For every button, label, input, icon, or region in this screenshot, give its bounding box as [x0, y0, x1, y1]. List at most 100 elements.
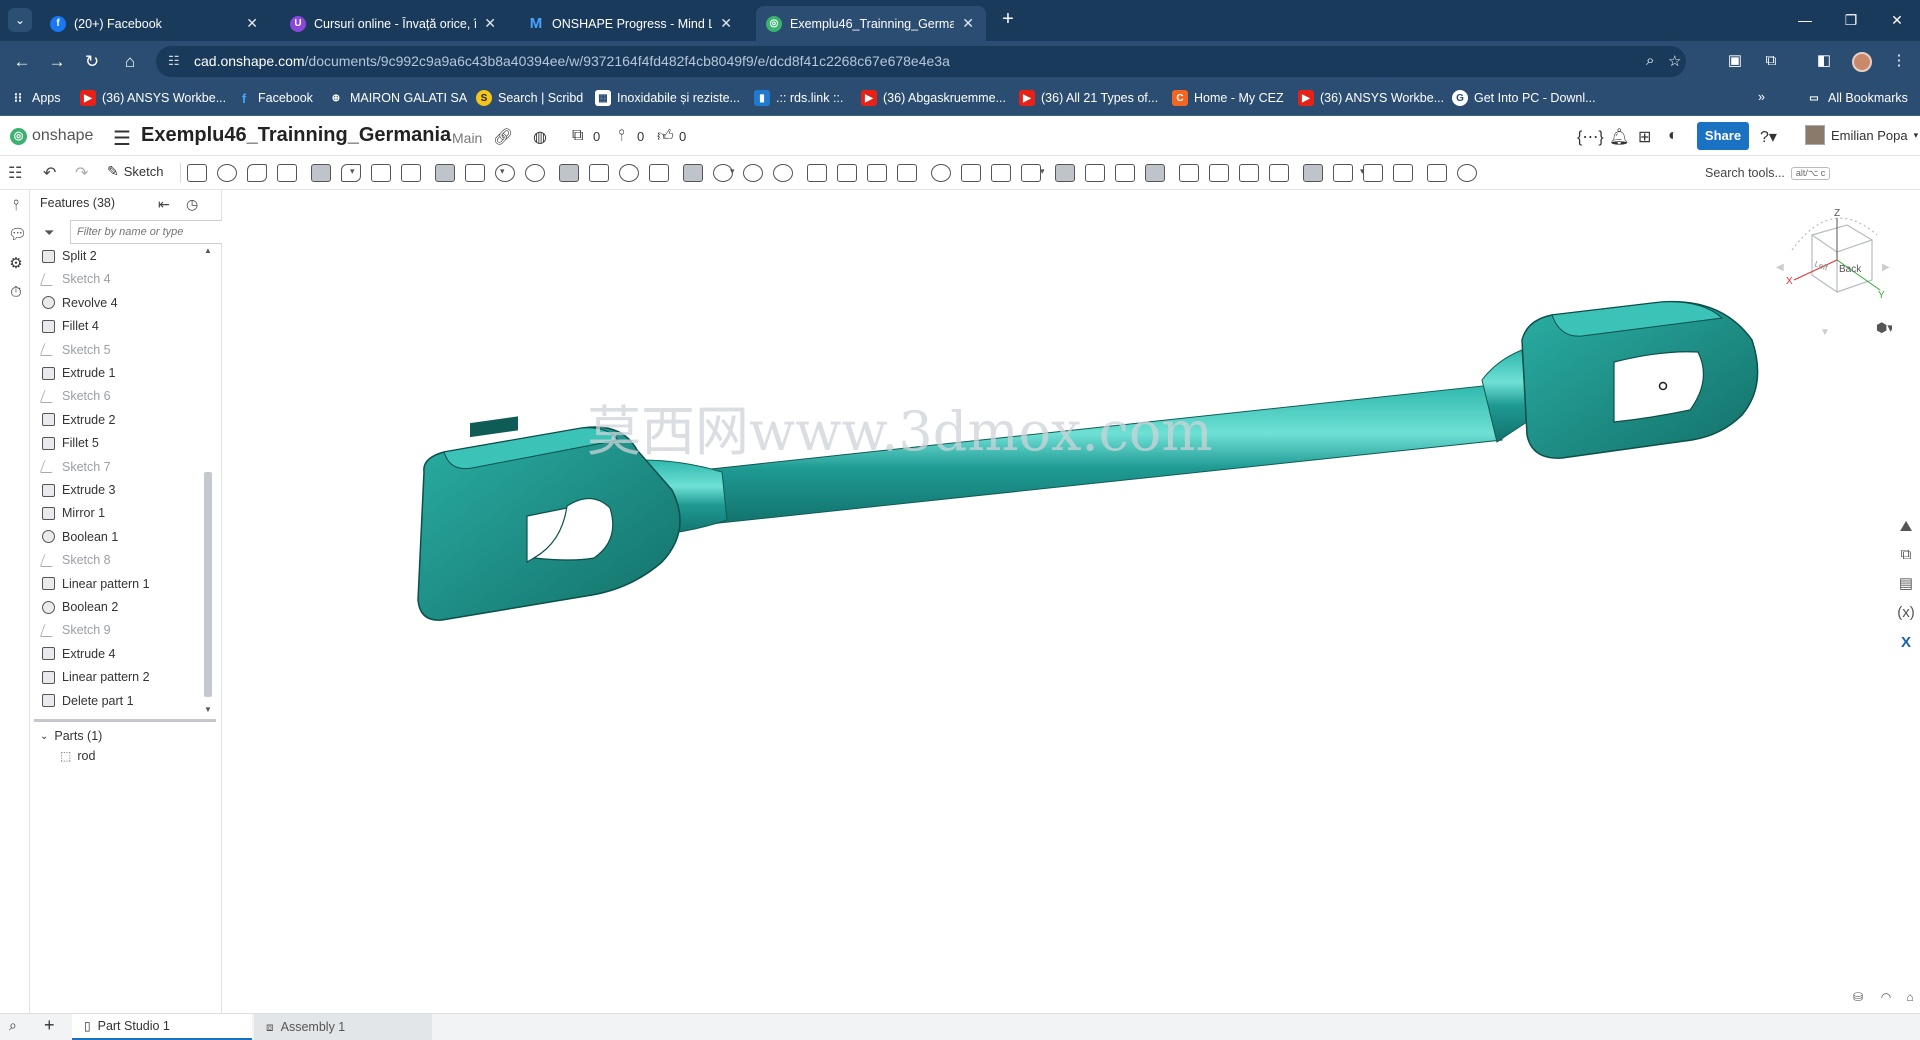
bookmark-item[interactable]: ▶ (36) All 21 Types of... [1019, 90, 1158, 106]
versions-icon[interactable]: ⧉ [572, 127, 583, 145]
fit-spline-icon[interactable] [1021, 164, 1041, 182]
feature-icon[interactable]: ⌂ [1900, 987, 1920, 1007]
pattern-icon[interactable] [559, 164, 579, 182]
browser-tab-mindlust[interactable]: M ONSHAPE Progress - Mind Lust ✕ [518, 6, 744, 41]
cube-rotate-right-icon[interactable]: ▶ [1882, 262, 1890, 273]
extension-icon[interactable]: ▣ [1724, 50, 1746, 72]
close-window-button[interactable]: ✕ [1882, 8, 1912, 32]
extensions-puzzle-icon[interactable]: ⧉ [1760, 50, 1782, 72]
thicken-icon[interactable] [311, 164, 331, 182]
dropdown-caret-icon[interactable]: ▾ [1360, 166, 1365, 177]
cut-list-icon[interactable] [1427, 164, 1447, 182]
finish-icon[interactable] [1269, 164, 1289, 182]
feature-item-pattern[interactable]: Linear pattern 2 [42, 667, 150, 687]
configuration-icon[interactable] [991, 164, 1011, 182]
comments-icon[interactable]: 💬︎ [8, 227, 27, 243]
hole-cylinder-icon[interactable] [525, 164, 545, 182]
sheet-metal-icon[interactable] [1055, 164, 1075, 182]
bookmark-item[interactable]: C Home - My CEZ [1172, 90, 1284, 106]
shell-icon[interactable] [465, 164, 485, 182]
view-cube[interactable]: Z X Y Back Left ▼ ◀ ▶ ⬢▾ [1772, 200, 1894, 340]
revolve-icon[interactable] [217, 164, 237, 182]
branch-icon[interactable]: ⫯ [618, 127, 625, 145]
back-button[interactable]: ← [10, 50, 34, 74]
scroll-down-arrow-icon[interactable]: ▼ [204, 705, 212, 714]
close-icon[interactable]: ✕ [962, 15, 974, 32]
boolean-icon[interactable] [619, 164, 639, 182]
unfold-icon[interactable] [1239, 164, 1259, 182]
branch-label[interactable]: Main [452, 130, 482, 146]
move-face-icon[interactable] [773, 164, 793, 182]
tab-search-icon[interactable]: ⌕ [9, 1017, 17, 1034]
graphics-viewport[interactable]: 莫西网www.3dmox.com [222, 152, 1892, 1013]
browser-tab-udemy[interactable]: U Cursuri online - Învață orice, în ✕ [280, 6, 508, 41]
scroll-up-arrow-icon[interactable]: ▲ [204, 246, 212, 255]
filter-icon[interactable]: ⏷ [44, 225, 54, 241]
bookmark-item[interactable]: ▶ (36) ANSYS Workbe... [80, 90, 226, 106]
transform-icon[interactable] [683, 164, 703, 182]
draft-icon[interactable] [401, 164, 421, 182]
learning-icon[interactable]: ◐ [1668, 127, 1678, 145]
feature-item-sketch[interactable]: Sketch 8 [39, 550, 111, 570]
feature-item-delete[interactable]: Delete part 1 [42, 691, 134, 711]
feature-item-fillet[interactable]: Fillet 5 [42, 433, 99, 453]
feature-item-extrude[interactable]: Extrude 4 [42, 644, 116, 664]
dropdown-caret-icon[interactable]: ▾ [350, 166, 355, 177]
chamfer-icon[interactable] [371, 164, 391, 182]
feature-item-sketch[interactable]: Sketch 6 [39, 386, 111, 406]
sweep-icon[interactable] [247, 164, 267, 182]
link-icon[interactable]: 🔗︎ [493, 127, 513, 147]
parts-icon[interactable]: ⚙︎ [8, 256, 24, 272]
feature-item-sketch[interactable]: Sketch 9 [39, 620, 111, 640]
bookmark-item[interactable]: ▮ .:: rds.link ::. [754, 90, 843, 106]
code-braces-icon[interactable]: {⋯} [1577, 127, 1604, 147]
history-icon[interactable]: ⏱︎ [8, 285, 24, 301]
user-menu[interactable]: Emilian Popa ▾ [1805, 125, 1918, 145]
trim-icon[interactable] [1363, 164, 1383, 182]
close-icon[interactable]: ✕ [484, 15, 496, 32]
all-bookmarks-button[interactable]: ▭ All Bookmarks [1806, 90, 1908, 106]
sketch-button[interactable]: ✎ Sketch [107, 163, 163, 180]
document-title[interactable]: Exemplu46_Trainning_Germania [141, 124, 451, 147]
measure-icon[interactable]: ◠ [1876, 987, 1896, 1007]
tab-part-studio-1[interactable]: ▯ Part Studio 1 [72, 1014, 252, 1040]
dropdown-caret-icon[interactable]: ▾ [1040, 166, 1045, 177]
feature-item-extrude[interactable]: Extrude 1 [42, 363, 116, 383]
gusset-icon[interactable] [1393, 164, 1413, 182]
hole-icon[interactable] [495, 164, 515, 182]
dropdown-caret-icon[interactable]: ▾ [500, 166, 505, 177]
like-icon[interactable]: 👍︎ [657, 127, 674, 146]
rod-model[interactable]: 莫西网www.3dmox.com [222, 152, 1892, 1013]
feature-item-boolean[interactable]: Boolean 1 [42, 527, 118, 547]
bookmark-apps[interactable]: ⁝⁝ Apps [10, 90, 61, 106]
onshape-logo[interactable]: ◎ onshape [10, 127, 93, 145]
parts-section-toggle[interactable]: ⌄ Parts (1) [40, 729, 102, 743]
feature-item-extrude[interactable]: Extrude 3 [42, 480, 116, 500]
feature-item-sketch[interactable]: Sketch 7 [39, 457, 111, 477]
bookmark-item[interactable]: ⊕ MAIRON GALATI SA [328, 90, 467, 106]
globe-icon[interactable]: ◍ [533, 127, 547, 147]
help-icon[interactable]: ?▾ [1760, 127, 1777, 147]
more-bookmarks-button[interactable]: » [1758, 90, 1765, 104]
loft-icon[interactable] [277, 164, 297, 182]
feature-item-sketch[interactable]: Sketch 5 [39, 340, 111, 360]
redo-icon[interactable]: ↷ [75, 163, 88, 183]
roll-to-end-icon[interactable]: ⇤ [158, 196, 170, 213]
close-icon[interactable]: ✕ [246, 15, 258, 32]
variable-icon[interactable] [961, 164, 981, 182]
appearance-panel-icon[interactable]: ⛰︎ [1896, 517, 1916, 537]
feature-filter-input[interactable] [70, 220, 242, 244]
app-store-x-icon[interactable]: X [1896, 633, 1916, 653]
timer-icon[interactable]: ◷ [186, 196, 198, 213]
forward-button[interactable]: → [45, 50, 69, 74]
settings-icon[interactable] [1457, 164, 1477, 182]
flange-icon[interactable] [1085, 164, 1105, 182]
search-tools-button[interactable]: Search tools... alt/⌥ c [1701, 161, 1831, 185]
tab-icon[interactable] [1115, 164, 1135, 182]
part-item[interactable]: ⬚ rod [60, 749, 95, 763]
feature-list-scrollbar[interactable]: ▲ ▼ [202, 246, 214, 716]
site-info-icon[interactable]: ☷ [168, 53, 180, 69]
scrollbar-thumb[interactable] [204, 472, 212, 697]
corner-icon[interactable] [1209, 164, 1229, 182]
feature-item-split[interactable]: Split 2 [42, 246, 97, 266]
